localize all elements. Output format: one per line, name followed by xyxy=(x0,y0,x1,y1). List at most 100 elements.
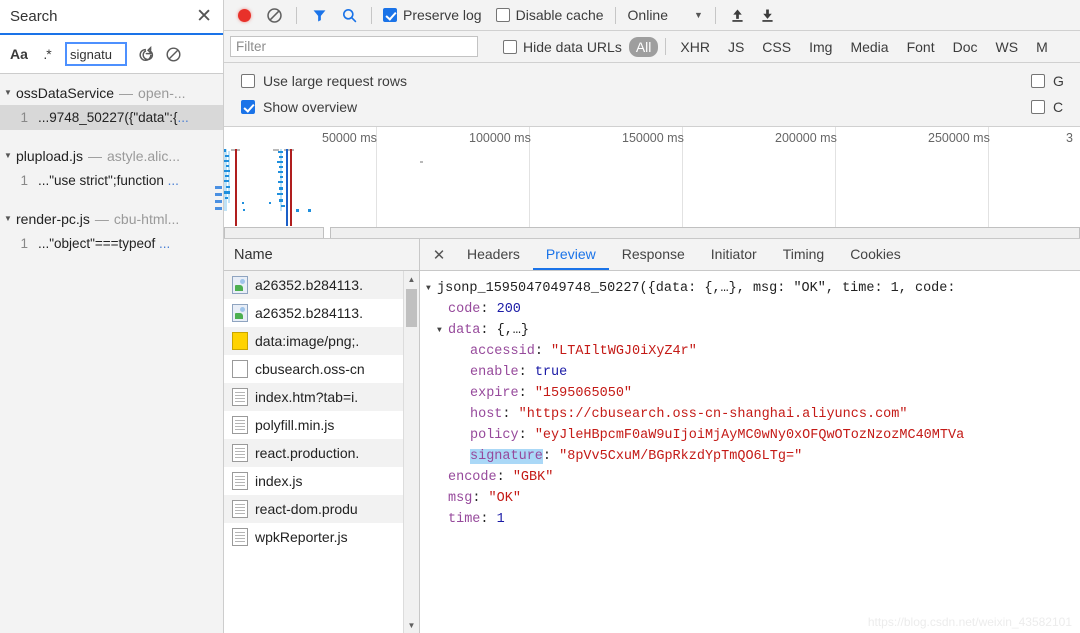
scroll-down-arrow[interactable]: ▼ xyxy=(404,617,419,633)
settings-row-large-rows: Use large request rows G xyxy=(238,68,1074,94)
json-value: 1 xyxy=(496,512,505,527)
close-icon[interactable]: ✕ xyxy=(424,239,454,270)
json-value: "GBK" xyxy=(512,470,554,485)
json-key: policy xyxy=(470,428,519,443)
throttle-dropdown[interactable]: Online ▼ xyxy=(624,7,707,23)
type-filter-font[interactable]: Font xyxy=(900,37,942,57)
json-key: data xyxy=(448,323,481,338)
chevron-down-icon[interactable]: ▼ xyxy=(426,278,437,299)
regex-icon[interactable]: .* xyxy=(34,41,60,67)
search-result-url: cbu-html... xyxy=(113,210,180,227)
table-row[interactable]: a26352.b284113. xyxy=(224,299,403,327)
match-case-icon[interactable]: Aa xyxy=(6,41,32,67)
chevron-down-icon[interactable]: ▼ xyxy=(4,151,16,160)
search-result-file[interactable]: ▼ render-pc.js — cbu-html... xyxy=(0,206,223,231)
search-result-group: ▼ ossDataService — open-... 1 ...9748_50… xyxy=(0,80,223,130)
network-settings: Use large request rows G Show overview C xyxy=(224,63,1080,127)
json-key: accessid xyxy=(470,344,535,359)
type-filter-img[interactable]: Img xyxy=(802,37,839,57)
network-body: Name a26352.b284113. a26352.b284113. dat… xyxy=(224,239,1080,633)
network-toolbar: Preserve log Disable cache Online ▼ xyxy=(224,0,1080,31)
search-input[interactable] xyxy=(65,42,127,66)
network-overview-timeline[interactable]: 50000 ms 100000 ms 150000 ms 200000 ms 2… xyxy=(224,127,1080,239)
clear-icon[interactable] xyxy=(160,41,186,67)
type-filter-media[interactable]: Media xyxy=(843,37,895,57)
type-filter-js[interactable]: JS xyxy=(721,37,751,57)
record-button[interactable] xyxy=(230,3,258,28)
checkbox-box xyxy=(241,100,255,114)
devtools-window: Search ✕ Aa .* signatu ▼ ossDataService … xyxy=(0,0,1080,633)
json-entry[interactable]: ▼ data: {,…} xyxy=(426,320,1080,341)
funnel-icon[interactable] xyxy=(305,3,333,28)
use-large-rows-checkbox[interactable]: Use large request rows xyxy=(238,73,410,89)
type-filter-xhr[interactable]: XHR xyxy=(673,37,717,57)
search-result-file[interactable]: ▼ ossDataService — open-... xyxy=(0,80,223,105)
search-result-match[interactable]: 1 ...9748_50227({"data":{... xyxy=(0,105,223,130)
match-text: ...9748_50227({"data":{... xyxy=(38,110,189,125)
disable-cache-checkbox[interactable]: Disable cache xyxy=(493,7,607,23)
table-row[interactable]: react.production. xyxy=(224,439,403,467)
table-row[interactable]: data:image/png;. xyxy=(224,327,403,355)
group-by-frame-checkbox[interactable]: G xyxy=(1028,73,1074,89)
export-har-icon[interactable] xyxy=(754,3,782,28)
preview-json-viewer[interactable]: ▼ jsonp_1595047049748_50227({data: {,…}, … xyxy=(420,271,1080,633)
chevron-down-icon[interactable]: ▼ xyxy=(4,214,16,223)
type-filter-css[interactable]: CSS xyxy=(755,37,798,57)
tab-headers[interactable]: Headers xyxy=(454,239,533,270)
capture-screenshots-checkbox[interactable]: C xyxy=(1028,99,1074,115)
request-list-scrollbar[interactable]: ▲ ▼ xyxy=(403,271,419,633)
network-panel: Preserve log Disable cache Online ▼ Filt… xyxy=(224,0,1080,633)
json-root-line[interactable]: ▼ jsonp_1595047049748_50227({data: {,…}, … xyxy=(426,278,1080,299)
overview-tick: 150000 ms xyxy=(622,131,684,145)
type-filter-all[interactable]: All xyxy=(628,36,659,57)
json-key: time xyxy=(448,512,481,527)
request-list-scroll: a26352.b284113. a26352.b284113. data:ima… xyxy=(224,271,419,633)
type-filter-doc[interactable]: Doc xyxy=(946,37,985,57)
search-results-list[interactable]: ▼ ossDataService — open-... 1 ...9748_50… xyxy=(0,74,223,633)
tab-response[interactable]: Response xyxy=(609,239,698,270)
table-row[interactable]: polyfill.min.js xyxy=(224,411,403,439)
hide-data-urls-checkbox[interactable]: Hide data URLs xyxy=(500,39,625,55)
table-row[interactable]: a26352.b284113. xyxy=(224,271,403,299)
search-result-file[interactable]: ▼ plupload.js — astyle.alic... xyxy=(0,143,223,168)
chevron-down-icon[interactable]: ▼ xyxy=(4,88,16,97)
search-result-match[interactable]: 1 ..."use strict";function ... xyxy=(0,168,223,193)
checkbox-box xyxy=(1031,74,1045,88)
toolbar-divider xyxy=(371,6,372,24)
scrollbar-thumb[interactable] xyxy=(406,289,417,327)
search-result-group: ▼ render-pc.js — cbu-html... 1 ..."objec… xyxy=(0,206,223,256)
json-value: "eyJleHBpcmF0aW9uIjoiMjAyMC0wNy0xOFQwOTo… xyxy=(534,428,965,443)
table-row[interactable]: wpkReporter.js xyxy=(224,523,403,551)
search-icon[interactable] xyxy=(335,3,363,28)
show-overview-checkbox[interactable]: Show overview xyxy=(238,99,360,115)
scroll-up-arrow[interactable]: ▲ xyxy=(404,271,419,287)
refresh-icon[interactable] xyxy=(132,41,158,67)
overview-selection-handle-left[interactable] xyxy=(224,227,324,238)
overview-selection-handle-right[interactable] xyxy=(330,227,1080,238)
match-text: ..."object"===typeof ... xyxy=(38,236,171,251)
tab-cookies[interactable]: Cookies xyxy=(837,239,914,270)
type-filter-manifest[interactable]: M xyxy=(1029,37,1055,57)
import-har-icon[interactable] xyxy=(724,3,752,28)
request-list: Name a26352.b284113. a26352.b284113. dat… xyxy=(224,239,420,633)
request-list-header[interactable]: Name xyxy=(224,239,419,271)
checkbox-box xyxy=(495,8,510,22)
preserve-log-checkbox[interactable]: Preserve log xyxy=(380,7,485,23)
blank-file-icon xyxy=(232,360,248,378)
tab-timing[interactable]: Timing xyxy=(770,239,838,270)
type-filter-ws[interactable]: WS xyxy=(989,37,1026,57)
filter-input[interactable] xyxy=(230,36,478,57)
tab-initiator[interactable]: Initiator xyxy=(698,239,770,270)
table-row[interactable]: react-dom.produ xyxy=(224,495,403,523)
search-toolbar: Aa .* xyxy=(0,35,223,74)
table-row[interactable]: index.js xyxy=(224,467,403,495)
close-icon[interactable]: ✕ xyxy=(193,7,215,26)
search-result-group: ▼ plupload.js — astyle.alic... 1 ..."use… xyxy=(0,143,223,193)
show-overview-label: Show overview xyxy=(263,99,358,115)
chevron-down-icon[interactable]: ▼ xyxy=(437,320,448,341)
table-row[interactable]: index.htm?tab=i. xyxy=(224,383,403,411)
clear-icon[interactable] xyxy=(260,3,288,28)
search-result-match[interactable]: 1 ..."object"===typeof ... xyxy=(0,231,223,256)
tab-preview[interactable]: Preview xyxy=(532,239,609,270)
table-row[interactable]: cbusearch.oss-cn xyxy=(224,355,403,383)
